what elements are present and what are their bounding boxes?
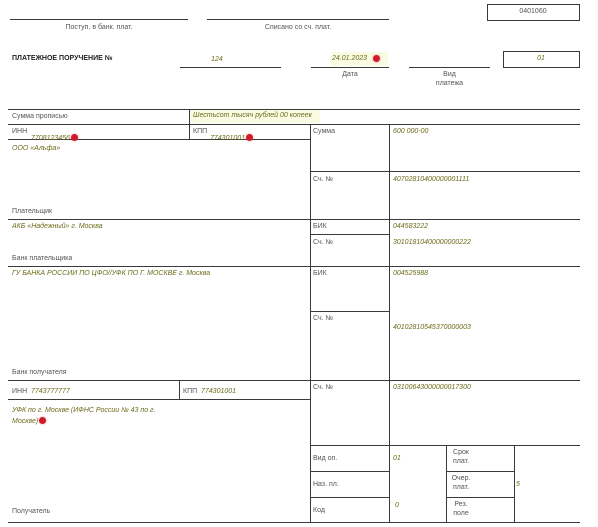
- amount-value[interactable]: 600 000-00: [393, 128, 428, 135]
- grid-line-priority: [446, 471, 514, 472]
- term-label-1: Срок: [453, 449, 469, 456]
- payer-corr-account-label: Сч. №: [313, 239, 334, 246]
- payer-kpp-marker-icon: [246, 134, 254, 141]
- purpose-label: Наз. пл.: [313, 481, 339, 488]
- grid-line-payee-bank: [8, 380, 580, 381]
- grid-line-bik1: [310, 234, 390, 235]
- payment-type-line: [409, 67, 490, 68]
- payer-kpp: 774301001: [210, 135, 246, 142]
- payee-name-field[interactable]: УФК по г. Москве (ИФНС России № 43 по г.…: [12, 405, 182, 427]
- payment-type-label-2: платежа: [435, 80, 464, 87]
- payee-kpp[interactable]: 774301001: [201, 388, 236, 395]
- payee-label: Получатель: [12, 508, 51, 515]
- op-type-value[interactable]: 01: [393, 455, 401, 462]
- received-date-line: [10, 19, 188, 20]
- date-marker-icon: [373, 55, 380, 62]
- reserve-label-2: поле: [453, 510, 469, 517]
- payer-kpp-label: КПП: [193, 128, 208, 135]
- payee-bank-name[interactable]: ГУ БАНКА РОССИИ ПО ЦФО//УФК ПО Г. МОСКВЕ…: [12, 270, 210, 277]
- payer-inn-marker-icon: [70, 134, 78, 141]
- payer-bank-label: Банк плательщика: [12, 255, 73, 262]
- document-number[interactable]: 124: [211, 56, 223, 63]
- payer-bik[interactable]: 044583222: [393, 223, 428, 230]
- grid-line-reserve: [446, 497, 514, 498]
- amount-label: Сумма: [313, 128, 335, 135]
- payee-name: УФК по г. Москве (ИФНС России № 43 по г.…: [12, 407, 156, 425]
- status-value: 01: [537, 55, 545, 62]
- payee-bik[interactable]: 004525988: [393, 270, 428, 277]
- grid-line-code: [310, 497, 390, 498]
- op-type-label: Вид оп.: [313, 455, 338, 462]
- payee-inn-label: ИНН: [12, 388, 28, 395]
- payment-type-label: Вид платежа: [409, 70, 490, 88]
- payee-account-label: Сч. №: [313, 384, 334, 391]
- payee-inn[interactable]: 7743777777: [31, 388, 70, 395]
- debited-date-line: [207, 19, 389, 20]
- payer-bik-label: БИК: [313, 223, 327, 230]
- priority-value[interactable]: 5: [516, 481, 520, 488]
- grid-line-payer-bank: [8, 266, 580, 267]
- received-label: Поступ. в банк. плат.: [65, 24, 133, 31]
- priority-label: Очер. плат.: [446, 474, 476, 492]
- payee-name-marker-icon: [39, 417, 47, 424]
- code-label: Код: [313, 507, 325, 514]
- grid-line-amount: [310, 171, 580, 172]
- grid-vline-priority: [514, 445, 515, 522]
- grid-line-purpose: [310, 471, 390, 472]
- grid-line-amount-words: [8, 124, 580, 125]
- reserve-label: Рез. поле: [446, 500, 476, 518]
- code-value[interactable]: 0: [395, 502, 399, 509]
- grid-line-bottom: [8, 522, 580, 523]
- grid-line-bik2: [310, 311, 390, 312]
- payee-corr-account[interactable]: 40102810545370000003: [393, 324, 471, 331]
- term-label-2: плат.: [453, 458, 469, 465]
- payer-inn: 7708123456: [31, 135, 70, 142]
- grid-vline-payee-kpp: [179, 380, 180, 399]
- payer-label: Плательщик: [12, 208, 53, 215]
- document-date: 24.01.2023: [332, 55, 368, 62]
- amount-words-value: Шестьсот тысяч рублей 00 копеек: [193, 112, 312, 119]
- payee-account[interactable]: 03100643000000017300: [393, 384, 471, 391]
- date-field[interactable]: 24.01.2023: [331, 52, 388, 66]
- document-number-line: [180, 67, 281, 68]
- grid-line-payee-inn: [8, 399, 310, 400]
- priority-label-2: плат.: [453, 484, 469, 491]
- payer-corr-account[interactable]: 30101810400000000222: [393, 239, 471, 246]
- grid-vline-main: [310, 124, 311, 522]
- debited-label: Списано со сч. плат.: [264, 24, 332, 31]
- reserve-label-1: Рез.: [454, 501, 468, 508]
- payer-account[interactable]: 40702810400000001111: [393, 176, 469, 183]
- payer-inn-field[interactable]: 7708123456: [31, 127, 78, 145]
- date-line: [311, 67, 389, 68]
- payee-kpp-label: КПП: [183, 388, 198, 395]
- date-label: Дата: [342, 71, 358, 78]
- form-code: 0401060: [519, 8, 547, 15]
- amount-words-label: Сумма прописью: [12, 113, 68, 120]
- grid-vline-kpp: [189, 124, 190, 139]
- payee-corr-account-label: Сч. №: [313, 315, 334, 322]
- amount-words-field[interactable]: Шестьсот тысяч рублей 00 копеек: [190, 110, 320, 123]
- grid-vline-mid: [389, 124, 390, 522]
- payer-kpp-field[interactable]: 774301001: [210, 127, 254, 145]
- payer-account-label: Сч. №: [313, 176, 334, 183]
- grid-line-payer: [8, 219, 580, 220]
- payment-type-label-1: Вид: [443, 71, 456, 78]
- grid-line-details: [310, 445, 580, 446]
- payer-inn-label: ИНН: [12, 128, 28, 135]
- priority-label-1: Очер.: [451, 475, 471, 482]
- payer-name[interactable]: ООО «Альфа»: [12, 145, 60, 152]
- term-label: Срок плат.: [446, 448, 476, 466]
- payee-bank-label: Банк получателя: [12, 369, 67, 376]
- payee-bik-label: БИК: [313, 270, 327, 277]
- document-title: ПЛАТЕЖНОЕ ПОРУЧЕНИЕ №: [12, 55, 113, 62]
- payer-bank-name[interactable]: АКБ «Надежный» г. Москва: [12, 223, 103, 230]
